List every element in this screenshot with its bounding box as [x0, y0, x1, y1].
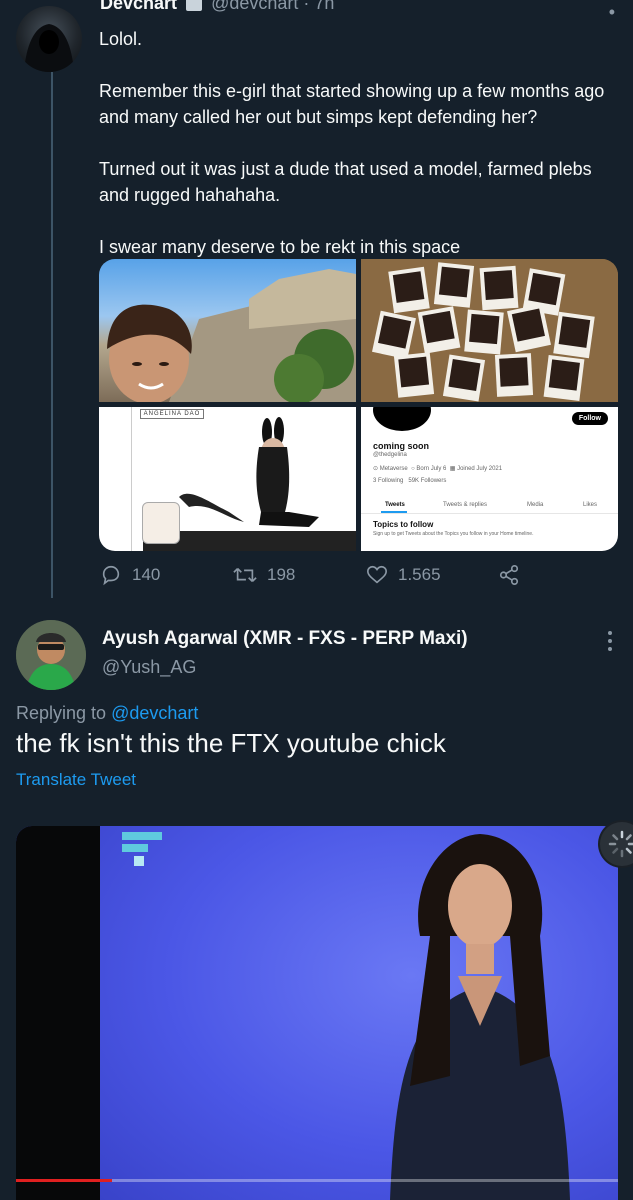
reply-count: 140 [132, 565, 161, 584]
retweet-count: 198 [267, 565, 296, 584]
retweet-button[interactable]: 198 [233, 564, 295, 586]
reply-button[interactable]: 140 [100, 564, 160, 586]
media-image-selfie[interactable] [99, 259, 356, 402]
tweet-header: Devchart @devchart · 7h [100, 0, 334, 14]
profile-avatar-thumbnail [142, 502, 180, 544]
like-button[interactable]: 1.565 [366, 564, 441, 586]
topics-subtitle: Sign up to get Tweets about the Topics y… [373, 531, 534, 537]
follow-button: Follow [571, 412, 608, 425]
author-name[interactable]: Devchart [100, 0, 177, 13]
video-progress-fill [16, 1179, 112, 1182]
translate-tweet-link[interactable]: Translate Tweet [16, 770, 136, 790]
share-icon [499, 565, 519, 585]
hooded-figure-icon [24, 24, 74, 72]
calendar-icon: ▦ [449, 466, 456, 472]
tweet-text: Lolol. Remember this e-girl that started… [99, 29, 605, 257]
profile-avatar [373, 407, 431, 431]
balloon-icon: ○ [411, 466, 415, 472]
verified-icon [186, 0, 203, 12]
separator: · [303, 0, 310, 13]
profile-handle: @thedgelina [373, 452, 407, 458]
video-frame [100, 826, 618, 1200]
like-count: 1.565 [398, 565, 441, 584]
reply-icon [102, 565, 120, 586]
location-icon: ⊙ [373, 466, 379, 472]
author-handle[interactable]: @devchart [211, 0, 298, 13]
media-image-polaroids[interactable] [361, 259, 618, 402]
profile-display-name: coming soon [373, 441, 429, 451]
loading-spinner-icon [600, 822, 633, 866]
author-handle[interactable]: @Yush_AG [102, 657, 196, 678]
cartoon-avatar-icon [16, 620, 86, 690]
profile-follow-counts: 3 Following 59K Followers [373, 478, 447, 484]
replying-to: Replying to @devchart [16, 703, 199, 723]
media-image-profile-photo[interactable]: ANGELINA DAO [99, 407, 356, 551]
profile-tabs: Tweets Tweets & replies Media Likes [361, 497, 618, 514]
ftx-logo-icon [122, 832, 162, 866]
like-icon [367, 565, 387, 584]
presenter-figure [390, 834, 570, 1200]
replying-to-link[interactable]: @devchart [111, 703, 198, 723]
tweet-actions: 140 198 1.565 [100, 564, 530, 590]
author-name[interactable]: Ayush Agarwal (XMR - FXS - PERP Maxi) [102, 628, 468, 650]
avatar[interactable] [16, 6, 82, 72]
topics-title: Topics to follow [373, 520, 434, 529]
media-image-twitter-profile[interactable]: Follow coming soon @thedgelina ⊙ Metaver… [361, 407, 618, 551]
more-icon[interactable]: • [609, 2, 615, 23]
video-player[interactable] [16, 826, 618, 1200]
tweet-text: the fk isn't this the FTX youtube chick [16, 728, 446, 758]
media-grid[interactable]: ANGELINA DAO Follow coming soon @thedgel… [99, 259, 618, 551]
avatar[interactable] [16, 620, 86, 690]
share-button[interactable] [498, 564, 520, 586]
video-letterbox [16, 826, 100, 1200]
timestamp[interactable]: 7h [314, 0, 334, 13]
video-progress-bar[interactable] [16, 1179, 618, 1182]
thread-connector-line [51, 72, 53, 598]
retweet-icon [233, 567, 257, 583]
more-icon[interactable] [607, 630, 613, 657]
bunny-costume-figure [179, 417, 319, 527]
profile-meta: ⊙ Metaverse ○ Born July 6 ▦ Joined July … [373, 466, 503, 472]
